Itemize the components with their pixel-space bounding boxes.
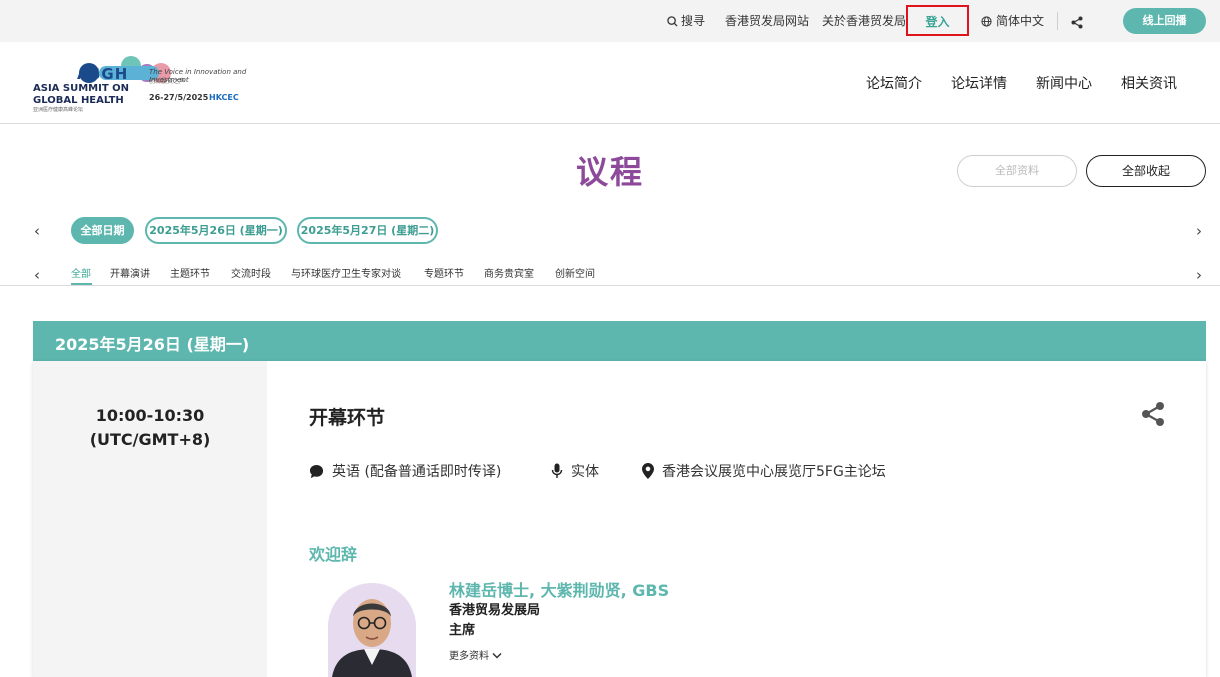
search-label: 搜寻 — [681, 14, 706, 28]
logo-line-1: ASIA SUMMIT ON — [33, 83, 130, 94]
date-filter-may-26[interactable]: 2025年5月26日 (星期一) — [145, 217, 287, 244]
session-language-label: 英语 (配备普通话即时传译) — [332, 464, 502, 480]
speaker-avatar — [328, 583, 416, 677]
language-selector[interactable]: 简体中文 — [981, 13, 1044, 29]
event-venue: HKCEC — [209, 93, 239, 102]
chevron-right-icon[interactable]: › — [1196, 267, 1202, 283]
nav-item-news-centre[interactable]: 新闻中心 — [1036, 75, 1092, 93]
tab-opening-speech[interactable]: 开幕演讲 — [110, 268, 150, 281]
day-header: 2025年5月26日 (星期一) — [33, 321, 1206, 361]
language-label: 简体中文 — [996, 14, 1045, 28]
about-tdc-link[interactable]: 关於香港贸发局 — [822, 13, 906, 29]
chevron-down-icon — [492, 652, 502, 659]
session-title: 开幕环节 — [309, 407, 386, 429]
share-button[interactable] — [1071, 14, 1083, 33]
utility-bar: 搜寻 香港贸发局网站 关於香港贸发局 登入 简体中文 线上回播 — [0, 0, 1220, 42]
share-icon — [1142, 402, 1164, 426]
tab-thematic[interactable]: 专题环节 — [424, 268, 464, 281]
collapse-all-button[interactable]: 全部收起 — [1086, 155, 1206, 187]
speaker-name[interactable]: 林建岳博士, 大紫荆勋贤, GBS — [449, 577, 669, 601]
event-dates: 26-27/5/2025 — [149, 93, 209, 102]
session-time: 10:00-10:30 (UTC/GMT+8) — [33, 404, 267, 452]
live-replay-button[interactable]: 线上回播 — [1123, 8, 1206, 34]
logo-acronym: ASGH — [77, 65, 129, 83]
session-time-range: 10:00-10:30 — [95, 406, 205, 425]
tab-networking[interactable]: 交流时段 — [231, 268, 271, 281]
nav-item-forum-details[interactable]: 论坛详情 — [951, 75, 1007, 93]
login-link[interactable]: 登入 — [906, 13, 969, 30]
search-link[interactable]: 搜寻 — [667, 13, 705, 29]
speaker-organization: 香港贸易发展局 — [449, 603, 541, 618]
speaker-more-toggle[interactable]: 更多资料 — [449, 647, 502, 662]
session-share-button[interactable] — [1141, 401, 1165, 431]
speaker-more-label: 更多资料 — [449, 651, 489, 662]
search-icon — [667, 16, 678, 27]
session-time-column: 10:00-10:30 (UTC/GMT+8) — [33, 361, 267, 677]
tab-business-lounge[interactable]: 商务贵宾室 — [484, 268, 534, 281]
expand-all-button[interactable]: 全部资料 — [957, 155, 1077, 187]
divider — [1057, 12, 1058, 30]
tab-all[interactable]: 全部 — [71, 268, 91, 281]
globe-icon — [981, 16, 992, 27]
date-filter-all[interactable]: 全部日期 — [71, 217, 134, 244]
session-format: 实体 — [551, 463, 599, 481]
location-pin-icon — [642, 463, 654, 479]
session-timezone: (UTC/GMT+8) — [89, 430, 211, 449]
site-header: ASGH ASIA SUMMIT ON GLOBAL HEALTH 亚洲医疗健康… — [0, 42, 1220, 124]
share-icon — [1071, 16, 1083, 29]
chevron-left-icon[interactable]: ‹ — [34, 267, 40, 283]
tab-innovation-space[interactable]: 创新空间 — [555, 268, 595, 281]
tab-expert-dialogue[interactable]: 与环球医疗卫生专家对谈 — [291, 268, 401, 281]
nav-item-forum-intro[interactable]: 论坛简介 — [866, 75, 922, 93]
logo-tagline-cn: 创新投资之声 — [149, 78, 186, 85]
chevron-right-icon[interactable]: › — [1196, 223, 1202, 239]
session-location-label: 香港会议展览中心展览厅5FG主论坛 — [662, 464, 886, 480]
logo-line-2: GLOBAL HEALTH — [33, 95, 124, 106]
date-filter-may-27[interactable]: 2025年5月27日 (星期二) — [297, 217, 438, 244]
session-language: 英语 (配备普通话即时传译) — [309, 463, 501, 481]
segment-title: 欢迎辞 — [309, 545, 358, 564]
session-location: 香港会议展览中心展览厅5FG主论坛 — [642, 463, 886, 481]
nav-item-related-info[interactable]: 相关资讯 — [1121, 75, 1177, 93]
speaker-role: 主席 — [449, 623, 476, 638]
day-header-label: 2025年5月26日 (星期一) — [55, 335, 250, 354]
tdc-site-link[interactable]: 香港贸发局网站 — [725, 13, 809, 29]
asgh-logo[interactable]: ASGH ASIA SUMMIT ON GLOBAL HEALTH 亚洲医疗健康… — [33, 54, 273, 114]
microphone-icon — [551, 463, 563, 478]
chevron-left-icon[interactable]: ‹ — [34, 223, 40, 239]
session-format-label: 实体 — [571, 464, 599, 480]
speaker-photo — [328, 583, 416, 677]
logo-line-3: 亚洲医疗健康高峰论坛 — [33, 107, 84, 113]
chat-bubble-icon — [309, 464, 324, 479]
tab-keynote[interactable]: 主题环节 — [170, 268, 210, 281]
session-card: 10:00-10:30 (UTC/GMT+8) 开幕环节 英语 (配备普通话即时… — [33, 361, 1206, 677]
tabs-divider — [0, 285, 1220, 286]
